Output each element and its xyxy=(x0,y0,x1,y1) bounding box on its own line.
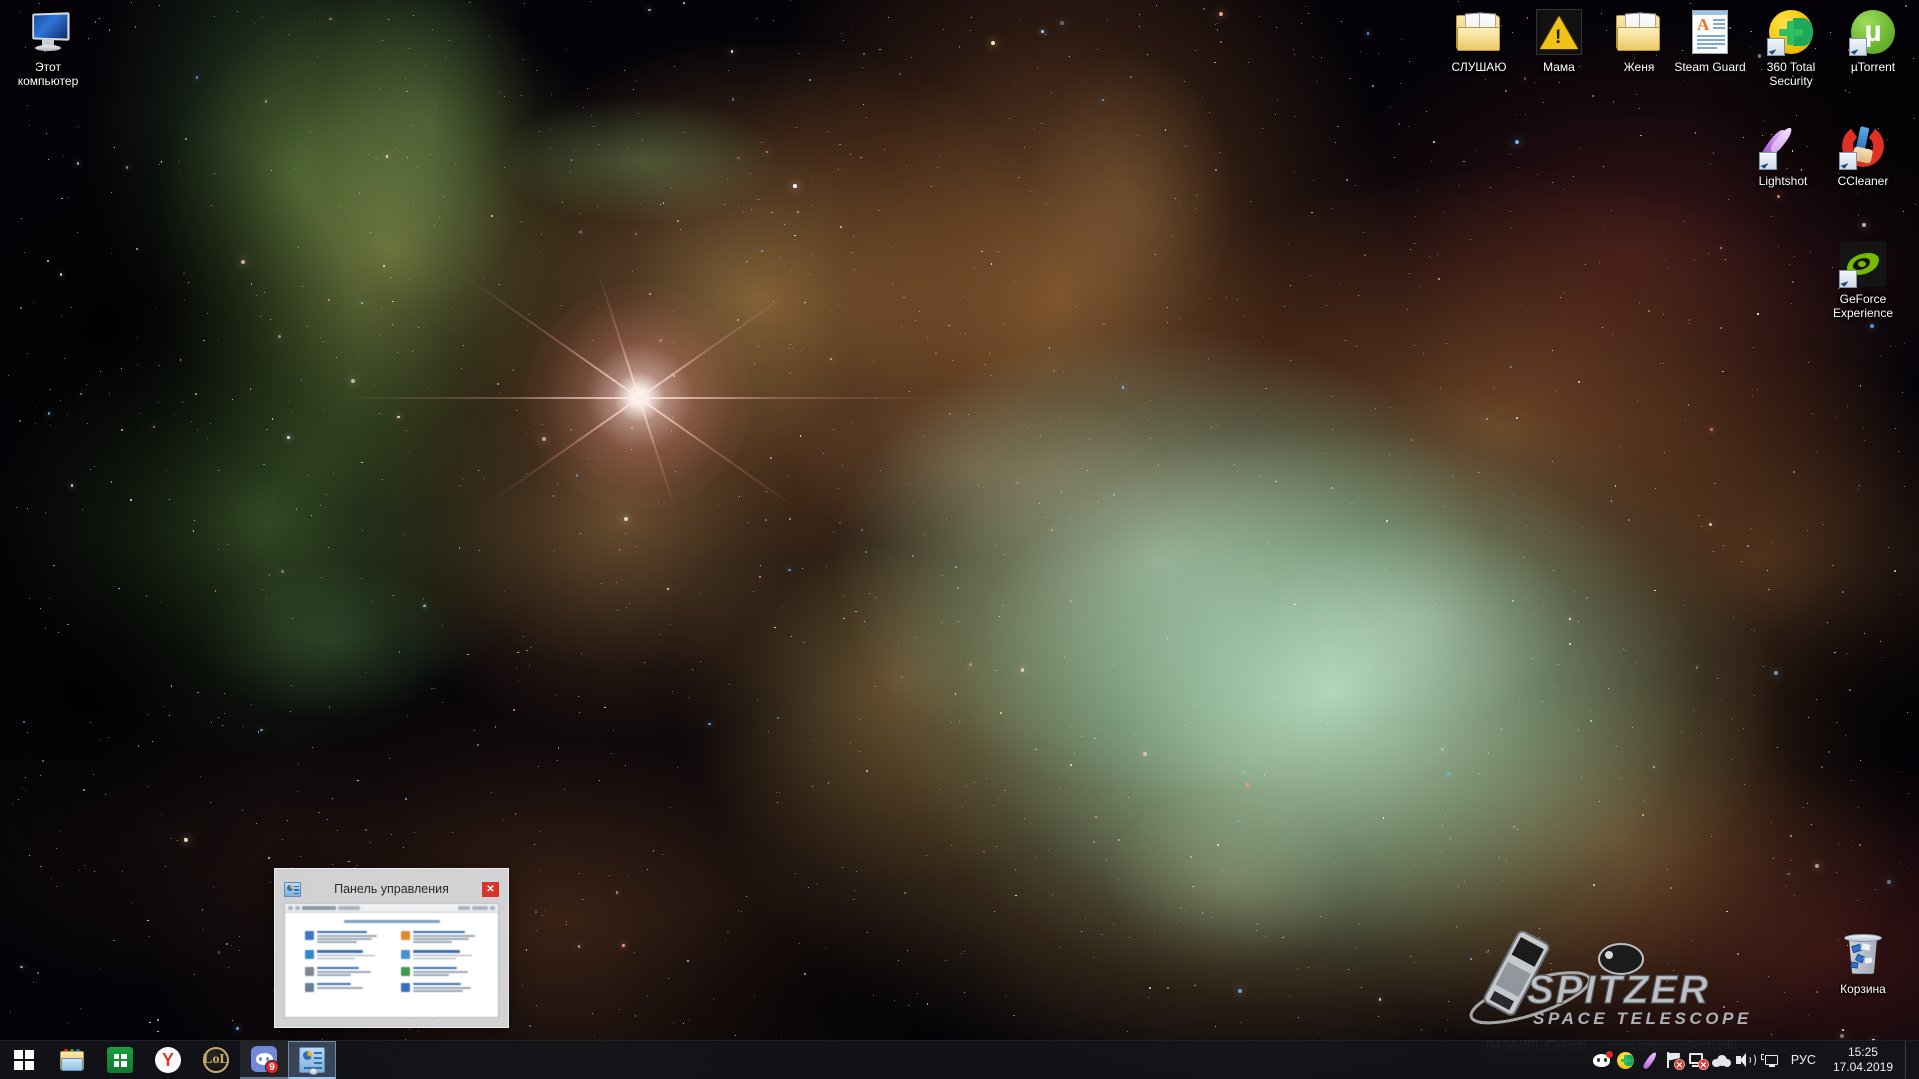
desktop-icon-label: Этот компьютер xyxy=(17,60,79,88)
error-badge: ✕ xyxy=(1697,1058,1709,1070)
control-panel-icon xyxy=(284,881,301,897)
yandex-y-icon: Y xyxy=(155,1047,181,1073)
tray-icon-360-total-security[interactable] xyxy=(1614,1045,1638,1075)
desktop-icon-label: Lightshot xyxy=(1758,174,1808,188)
taskbar-button-league-of-legends[interactable]: LoL xyxy=(192,1041,240,1079)
store-bag-icon xyxy=(107,1047,133,1073)
desktop-icon-lightshot[interactable]: Lightshot xyxy=(1740,122,1826,188)
desktop-icon-label: Steam Guard xyxy=(1674,60,1746,74)
folder-icon xyxy=(1615,8,1663,56)
show-desktop-button[interactable] xyxy=(1905,1040,1915,1079)
desktop-icon-label: µTorrent xyxy=(1850,60,1896,74)
svg-text:SPACE TELESCOPE: SPACE TELESCOPE xyxy=(1533,1009,1749,1028)
spitzer-logo-watermark: SPITZER SPACE TELESCOPE xyxy=(1449,929,1749,1033)
tray-icon-volume[interactable] xyxy=(1734,1045,1758,1075)
nvidia-eye-icon xyxy=(1839,240,1887,288)
folder-icon xyxy=(1455,8,1503,56)
warning-triangle-icon xyxy=(1535,8,1583,56)
error-badge: ✕ xyxy=(1673,1058,1685,1070)
tray-icon-onedrive-cloud[interactable] xyxy=(1710,1045,1734,1075)
svg-text:SPITZER: SPITZER xyxy=(1527,968,1710,1012)
taskbar-button-yandex-browser[interactable]: Y xyxy=(144,1041,192,1079)
thumbnail-content xyxy=(285,913,498,1006)
feather-icon xyxy=(1758,122,1807,170)
desktop-icon-label: GeForce Experience xyxy=(1832,292,1894,320)
thumbnail-window-preview xyxy=(284,903,499,1018)
discord-icon: 9 xyxy=(251,1046,279,1074)
taskbar-button-control-panel[interactable] xyxy=(288,1041,336,1079)
taskbar[interactable]: Y LoL 9 ✕ ✕ РУС 15:25 17.04.2019 xyxy=(0,1040,1919,1079)
desktop-icon-slushayu[interactable]: СЛУШАЮ xyxy=(1436,8,1522,74)
tray-icon-network[interactable]: ✕ xyxy=(1686,1045,1710,1075)
thumbnail-titlebar: Панель управления ✕ xyxy=(284,878,499,900)
system-tray: ✕ ✕ РУС 15:25 17.04.2019 xyxy=(1590,1040,1919,1079)
desktop-icon-ccleaner[interactable]: CCleaner xyxy=(1820,122,1906,188)
desktop-icon-label: Женя xyxy=(1623,60,1655,74)
language-indicator[interactable]: РУС xyxy=(1782,1045,1825,1075)
desktop-icon-steam-guard[interactable]: A Steam Guard xyxy=(1667,8,1753,74)
clock-time: 15:25 xyxy=(1847,1045,1878,1059)
taskbar-app-buttons: Y LoL 9 xyxy=(48,1041,336,1079)
ccleaner-icon xyxy=(1839,122,1887,170)
taskbar-button-file-explorer[interactable] xyxy=(48,1041,96,1079)
desktop-icon-label: 360 Total Security xyxy=(1766,60,1816,88)
360-total-security-icon xyxy=(1767,8,1815,56)
desktop-icon-label: Корзина xyxy=(1840,982,1886,996)
tray-icon-lightshot[interactable] xyxy=(1638,1045,1662,1075)
document-icon: A xyxy=(1686,8,1734,56)
control-panel-icon xyxy=(299,1046,325,1075)
desktop-icon-label: CCleaner xyxy=(1837,174,1889,188)
thumbnail-address-bar xyxy=(285,904,498,913)
taskbar-thumbnail-preview[interactable]: Панель управления ✕ xyxy=(274,868,509,1028)
taskbar-button-microsoft-store[interactable] xyxy=(96,1041,144,1079)
league-of-legends-icon: LoL xyxy=(203,1047,229,1073)
start-button[interactable] xyxy=(0,1041,48,1079)
desktop-icon-mama[interactable]: Мама xyxy=(1516,8,1602,74)
monitor-icon xyxy=(24,8,72,56)
utorrent-icon: µ xyxy=(1849,8,1897,56)
thumbnail-column-left xyxy=(304,931,383,999)
tray-icon-display[interactable] xyxy=(1758,1045,1782,1075)
wallpaper-bright-star xyxy=(339,269,939,513)
thumbnail-column-right xyxy=(400,931,479,999)
desktop-icon-recycle-bin[interactable]: Корзина xyxy=(1820,930,1906,996)
tray-icon-action-center-flag[interactable]: ✕ xyxy=(1662,1045,1686,1075)
windows-logo-icon xyxy=(14,1050,34,1070)
desktop-icon-label: Мама xyxy=(1543,60,1575,74)
discord-notification-badge: 9 xyxy=(265,1060,279,1074)
desktop-icon-this-pc[interactable]: Этот компьютер xyxy=(5,8,91,88)
desktop-icon-geforce-experience[interactable]: GeForce Experience xyxy=(1820,240,1906,320)
taskbar-button-discord[interactable]: 9 xyxy=(240,1041,288,1079)
clock[interactable]: 15:25 17.04.2019 xyxy=(1825,1041,1905,1079)
clock-date: 17.04.2019 xyxy=(1832,1060,1893,1074)
desktop-icon-360-total-security[interactable]: 360 Total Security xyxy=(1748,8,1834,88)
desktop-icon-label: СЛУШАЮ xyxy=(1451,60,1507,74)
desktop[interactable]: SPITZER SPACE TELESCOPE NASA/JPL-Caltech… xyxy=(0,0,1919,1079)
thumbnail-close-button[interactable]: ✕ xyxy=(482,881,499,897)
tray-icon-discord[interactable] xyxy=(1590,1045,1614,1075)
thumbnail-title: Панель управления xyxy=(334,882,449,896)
recycle-bin-icon xyxy=(1839,930,1887,978)
folder-explorer-icon xyxy=(59,1047,85,1073)
desktop-icon-utorrent[interactable]: µ µTorrent xyxy=(1830,8,1916,74)
